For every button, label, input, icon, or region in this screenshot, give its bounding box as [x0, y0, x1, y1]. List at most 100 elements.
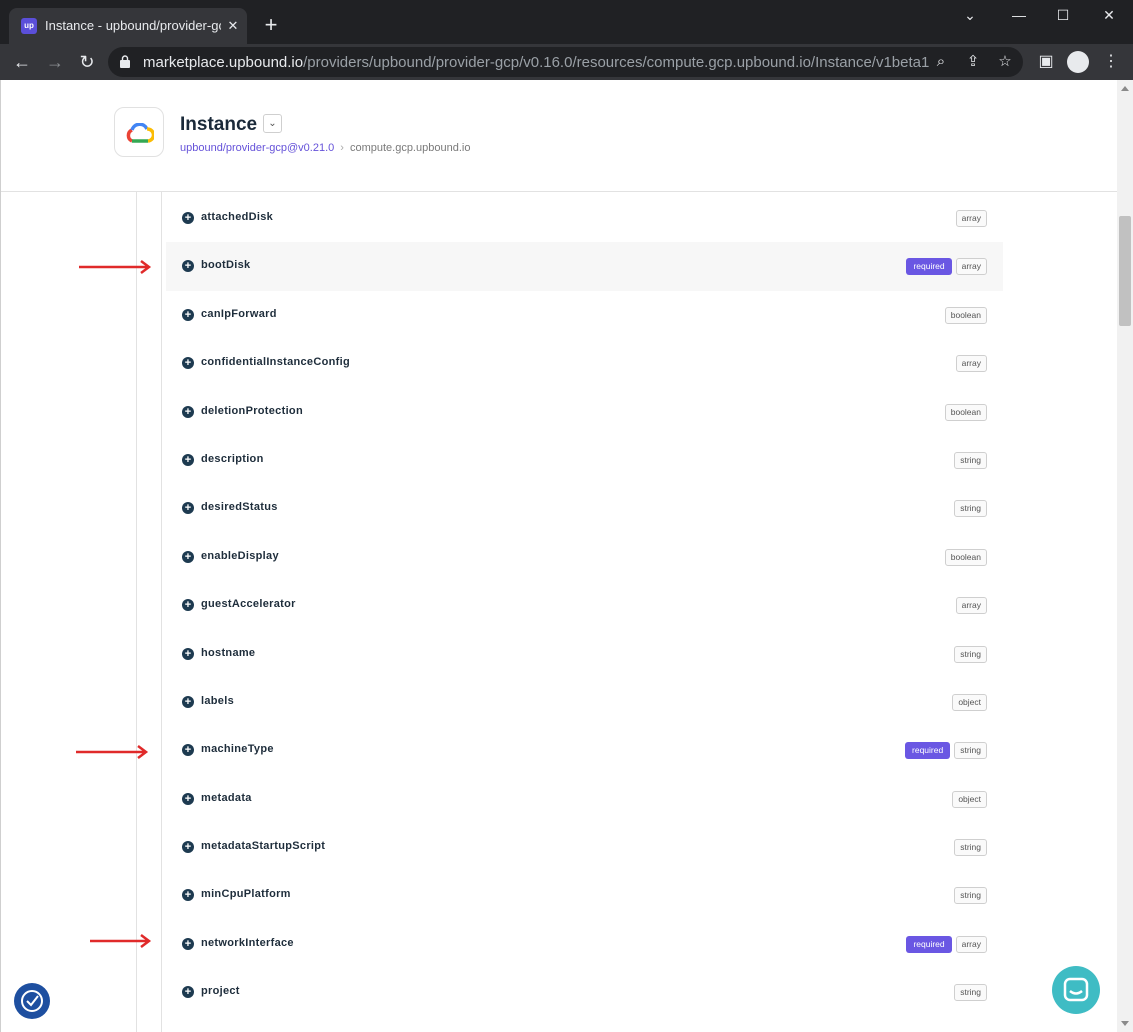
expand-plus-icon[interactable]: +	[182, 599, 194, 612]
annotation-arrow	[90, 934, 152, 948]
expand-plus-icon[interactable]: +	[182, 647, 194, 660]
field-badges: array	[955, 355, 987, 373]
breadcrumb-group: compute.gcp.upbound.io	[349, 142, 471, 154]
type-badge: string	[954, 984, 987, 1002]
field-row[interactable]: + hostname string	[166, 630, 1003, 678]
field-row[interactable]: + metadataStartupScript string	[166, 823, 1003, 871]
field-row[interactable]: + networkInterface required array	[166, 920, 1003, 968]
field-name[interactable]: minCpuPlatform	[201, 888, 291, 900]
expand-plus-icon[interactable]: +	[182, 937, 194, 950]
type-badge: object	[952, 790, 987, 808]
zoom-search-icon[interactable]: ⌕	[931, 52, 951, 72]
reload-icon[interactable]: ↻	[75, 50, 99, 74]
type-badge: array	[955, 210, 987, 227]
profile-avatar-icon[interactable]	[1067, 51, 1089, 73]
field-badges: boolean	[944, 306, 987, 324]
field-row[interactable]: + attachedDisk array	[166, 194, 1003, 242]
expand-plus-icon[interactable]: +	[182, 357, 194, 370]
field-name[interactable]: hostname	[201, 647, 255, 659]
menu-kebab-icon[interactable]: ⋮	[1099, 50, 1123, 74]
field-name[interactable]: machineType	[201, 743, 274, 755]
field-row[interactable]: + labels object	[166, 678, 1003, 726]
field-name[interactable]: desiredStatus	[201, 501, 278, 513]
field-badges: string	[954, 887, 987, 905]
field-row[interactable]: + canIpForward boolean	[166, 291, 1003, 339]
field-row[interactable]: + description string	[166, 436, 1003, 484]
field-name[interactable]: project	[201, 985, 240, 997]
tab-close-icon[interactable]: ✕	[225, 17, 241, 35]
url-path: /providers/upbound/provider-gcp/v0.16.0/…	[303, 54, 930, 71]
field-row[interactable]: + desiredStatus string	[166, 484, 1003, 532]
accessibility-button[interactable]	[14, 983, 50, 1019]
expand-plus-icon[interactable]: +	[182, 792, 194, 805]
field-row[interactable]: + bootDisk required array	[166, 242, 1003, 291]
field-name[interactable]: bootDisk	[201, 259, 250, 271]
field-badges: object	[952, 693, 987, 711]
expand-plus-icon[interactable]: +	[182, 986, 194, 999]
type-badge: array	[955, 597, 987, 615]
field-name[interactable]: deletionProtection	[201, 405, 303, 417]
field-name[interactable]: networkInterface	[201, 937, 294, 949]
expand-plus-icon[interactable]: +	[182, 308, 194, 321]
type-badge: string	[954, 742, 987, 760]
field-name[interactable]: metadataStartupScript	[201, 840, 325, 852]
field-row[interactable]: + metadata object	[166, 775, 1003, 823]
field-name[interactable]: attachedDisk	[201, 211, 273, 223]
page-scrollbar[interactable]	[1117, 80, 1133, 1032]
type-badge: array	[955, 258, 987, 276]
scrollbar-thumb[interactable]	[1119, 216, 1131, 326]
maximize-button[interactable]: ☐	[1048, 4, 1078, 26]
new-tab-button[interactable]: +	[260, 14, 282, 36]
expand-plus-icon[interactable]: +	[182, 889, 194, 902]
field-name[interactable]: guestAccelerator	[201, 598, 296, 610]
expand-plus-icon[interactable]: +	[182, 744, 194, 757]
expand-plus-icon[interactable]: +	[182, 502, 194, 515]
expand-plus-icon[interactable]: +	[182, 405, 194, 418]
side-panel-icon[interactable]: ▣	[1034, 50, 1058, 74]
bookmark-star-icon[interactable]: ☆	[995, 52, 1015, 72]
field-badges: required array	[906, 258, 987, 276]
field-row[interactable]: + deletionProtection boolean	[166, 388, 1003, 436]
share-icon[interactable]: ⇪	[963, 52, 983, 72]
browser-tab[interactable]: up Instance - upbound/provider-gcp/Insta…	[9, 8, 247, 44]
expand-plus-icon[interactable]: +	[182, 550, 194, 563]
field-name[interactable]: labels	[201, 695, 234, 707]
field-row[interactable]: + enableDisplay boolean	[166, 533, 1003, 581]
field-name[interactable]: enableDisplay	[201, 550, 279, 562]
type-badge: string	[954, 887, 987, 905]
field-name[interactable]: confidentialInstanceConfig	[201, 356, 350, 368]
breadcrumb-provider-link[interactable]: upbound/provider-gcp@v0.21.0	[180, 142, 334, 154]
expand-plus-icon[interactable]: +	[182, 453, 194, 466]
minimize-button[interactable]: —	[1004, 4, 1034, 26]
field-row[interactable]: + minCpuPlatform string	[166, 871, 1003, 919]
field-badges: string	[954, 984, 987, 1002]
scroll-up-arrow-icon[interactable]	[1121, 86, 1129, 91]
field-list: + attachedDisk array + bootDisk required array…	[166, 194, 1003, 1017]
back-icon[interactable]: ←	[10, 50, 34, 74]
field-row[interactable]: + confidentialInstanceConfig array	[166, 339, 1003, 387]
field-name[interactable]: metadata	[201, 792, 252, 804]
expand-plus-icon[interactable]: +	[182, 841, 194, 854]
field-name[interactable]: canIpForward	[201, 308, 277, 320]
tab-search-icon[interactable]: ⌄	[955, 4, 985, 26]
address-bar[interactable]: marketplace.upbound.io/providers/upbound…	[108, 47, 1023, 77]
type-badge: object	[952, 693, 987, 711]
close-window-button[interactable]: ✕	[1094, 4, 1124, 26]
expand-plus-icon[interactable]: +	[182, 212, 194, 224]
scroll-down-arrow-icon[interactable]	[1121, 1021, 1129, 1026]
url-text[interactable]: marketplace.upbound.io/providers/upbound…	[143, 54, 929, 71]
breadcrumb: upbound/provider-gcp@v0.21.0 › compute.gcp…	[180, 142, 470, 154]
type-badge: boolean	[944, 306, 987, 324]
chat-launcher-button[interactable]	[1052, 966, 1100, 1014]
field-name[interactable]: description	[201, 453, 264, 465]
forward-icon[interactable]: →	[43, 50, 67, 74]
field-row[interactable]: + machineType required string	[166, 726, 1003, 774]
expand-plus-icon[interactable]: +	[182, 695, 194, 708]
gcp-logo	[114, 107, 164, 157]
version-dropdown-chevron-icon[interactable]: ⌄	[263, 114, 282, 133]
required-badge: required	[906, 935, 952, 953]
field-row[interactable]: + project string	[166, 968, 1003, 1016]
google-cloud-icon	[126, 123, 154, 143]
expand-plus-icon[interactable]: +	[182, 260, 194, 273]
field-row[interactable]: + guestAccelerator array	[166, 581, 1003, 629]
